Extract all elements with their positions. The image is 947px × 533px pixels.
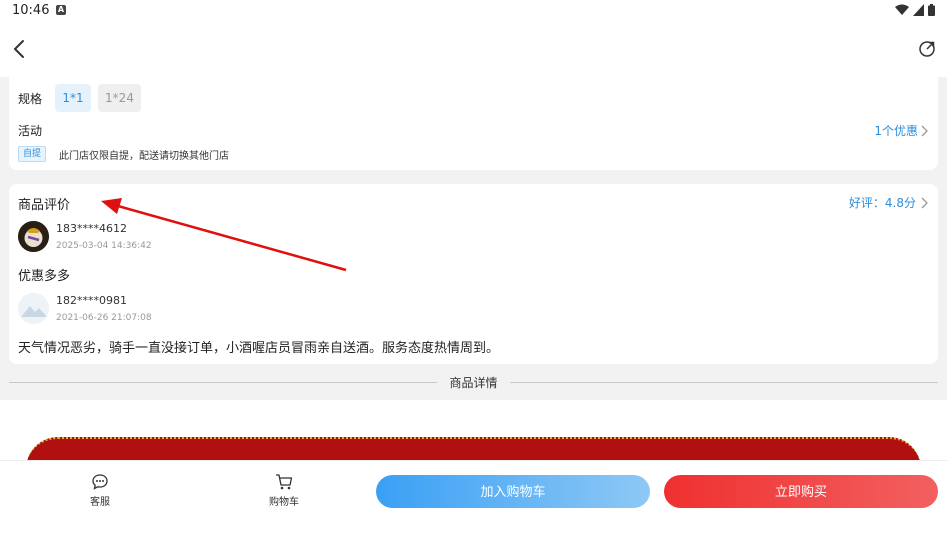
buy-now-button[interactable]: 立即购买 <box>664 475 938 508</box>
review-date: 2021-06-26 21:07:08 <box>56 313 152 323</box>
battery-icon <box>928 4 935 16</box>
mountain-avatar-icon <box>18 293 49 324</box>
review-comment: 天气情况恶劣，骑手一直没接订单，小酒喔店员冒雨亲自送酒。服务态度热情周到。 <box>18 341 500 356</box>
spec-label: 规格 <box>18 92 43 106</box>
share-icon[interactable] <box>917 39 937 59</box>
cart-label: 购物车 <box>269 497 299 508</box>
customer-service-button[interactable]: 客服 <box>70 473 130 508</box>
add-to-cart-button[interactable]: 加入购物车 <box>376 475 650 508</box>
activity-text: 此门店仅限自提，配送请切换其他门店 <box>59 151 229 162</box>
system-icons <box>895 4 935 16</box>
activity-label: 活动 <box>18 124 43 138</box>
nav-bar <box>0 22 947 77</box>
status-bar: 10:46 A <box>0 0 947 22</box>
a-notification-icon: A <box>56 5 66 15</box>
cart-icon <box>276 474 293 490</box>
avatar <box>18 293 49 324</box>
pickup-tag: 自提 <box>18 146 47 162</box>
spec-activity-card: 规格 1*1 1*24 活动 1个优惠 自提 此门店仅限自提，配送请切换其他门店 <box>9 77 938 170</box>
chat-icon <box>92 474 108 490</box>
wifi-icon <box>895 4 909 15</box>
review-score: 好评：4.8分 <box>848 196 916 210</box>
customer-service-label: 客服 <box>90 497 110 508</box>
status-time: 10:46 <box>12 3 50 18</box>
review-card: 商品评价 好评：4.8分 183****4612 2025-03-04 14:3… <box>9 184 938 364</box>
discount-link[interactable]: 1个优惠 <box>874 122 928 139</box>
review-score-link[interactable]: 好评：4.8分 <box>849 194 928 211</box>
signal-icon <box>913 4 924 16</box>
review-username: 183****4612 <box>56 222 127 235</box>
bottom-bar: 客服 购物车 加入购物车 立即购买 <box>0 460 947 533</box>
chevron-left-icon[interactable] <box>10 38 30 60</box>
review-date: 2025-03-04 14:36:42 <box>56 241 152 251</box>
spec-option-1x1[interactable]: 1*1 <box>55 84 91 112</box>
spec-option-1x24[interactable]: 1*24 <box>98 84 141 112</box>
detail-divider: 商品详情 <box>9 373 938 391</box>
review-comment: 优惠多多 <box>18 269 71 284</box>
club-crest-icon <box>18 221 49 252</box>
review-username: 182****0981 <box>56 294 127 307</box>
detail-divider-label: 商品详情 <box>449 376 498 390</box>
chevron-right-icon <box>921 197 928 208</box>
cart-button[interactable]: 购物车 <box>254 473 314 508</box>
chevron-right-icon <box>921 125 928 136</box>
avatar <box>18 221 49 252</box>
discount-link-label: 1个优惠 <box>874 124 918 138</box>
review-title: 商品评价 <box>18 198 71 213</box>
